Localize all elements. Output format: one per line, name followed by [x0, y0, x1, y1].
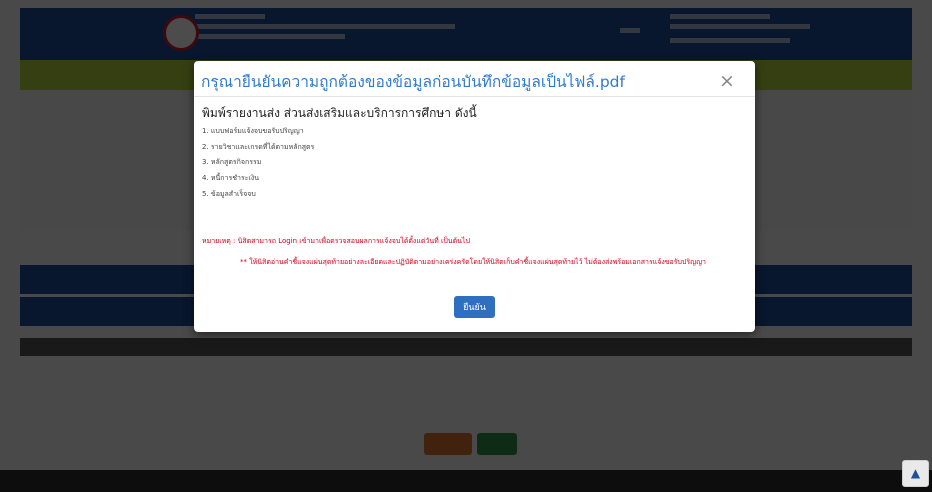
modal-title: กรุณายืนยันความถูกต้องของข้อมูลก่อนบันทึ…	[201, 73, 625, 91]
close-icon[interactable]: ×	[719, 71, 735, 91]
list-item: 1. แบบฟอร์มแจ้งจบขอรับปริญญา	[202, 127, 304, 135]
list-item: 3. หลักสูตรกิจกรรม	[202, 158, 262, 167]
report-list: 1. แบบฟอร์มแจ้งจบขอรับปริญญา 2. รายวิชาแ…	[202, 125, 314, 203]
confirm-modal: กรุณายืนยันความถูกต้องของข้อมูลก่อนบันทึ…	[194, 61, 755, 332]
list-item: 4. หนี้การชำระเงิน	[202, 174, 260, 183]
note-text: หมายเหตุ : นิสิตสามารถ Login เข้ามาเพื่อ…	[202, 237, 470, 245]
modal-heading: พิมพ์รายงานส่ง ส่วนส่งเสริมและบริการการศ…	[202, 106, 477, 120]
warning-text: ** ให้นิสิตอ่านคำชี้แจงแผ่นสุดท้ายอย่างล…	[240, 258, 706, 266]
list-item: 2. รายวิชาและเกรดที่ได้ตามหลักสูตร	[202, 142, 315, 151]
scroll-top-button[interactable]: ▲	[902, 460, 929, 487]
list-item: 5. ข้อมูลสำเร็จจบ	[202, 189, 256, 198]
confirm-button[interactable]: ยืนยัน	[454, 296, 495, 318]
modal-divider	[194, 96, 755, 97]
